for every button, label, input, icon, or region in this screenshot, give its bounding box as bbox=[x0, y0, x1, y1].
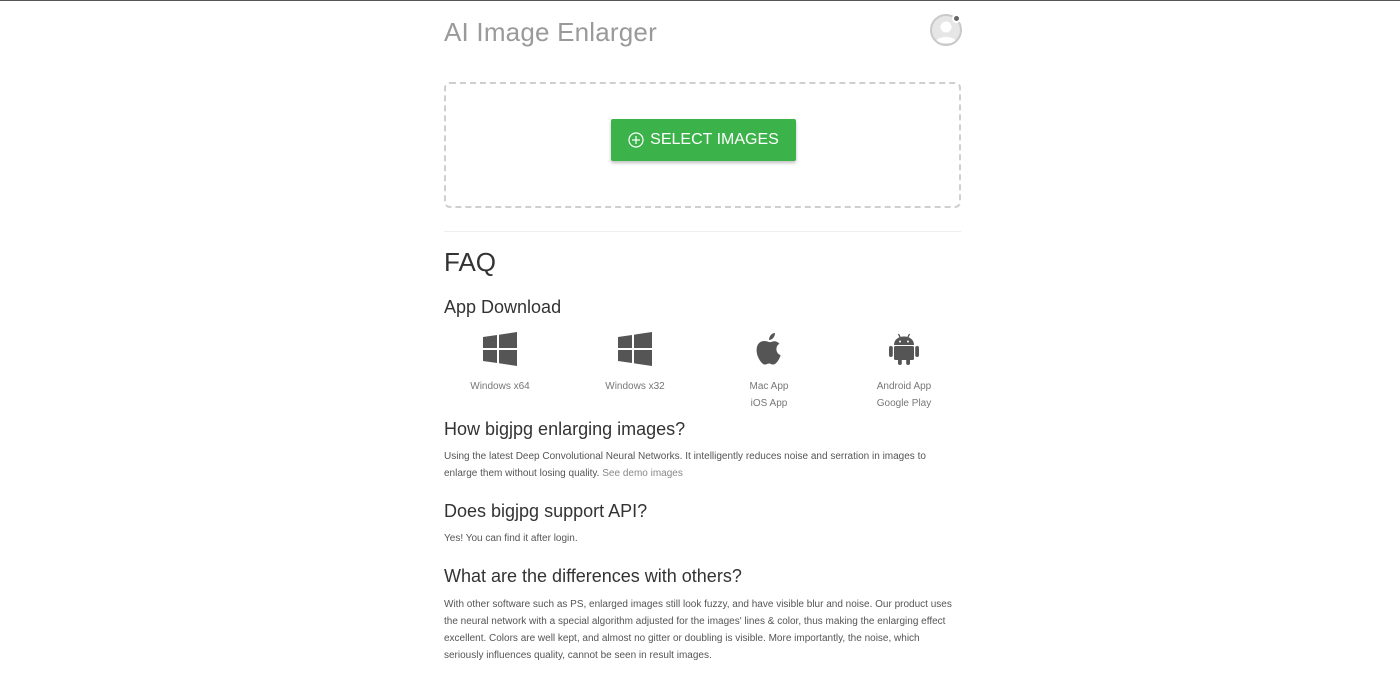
plus-circle-icon bbox=[628, 132, 644, 148]
header: AI Image Enlarger bbox=[444, 1, 962, 63]
see-demo-images-link[interactable]: See demo images bbox=[602, 468, 683, 479]
select-images-label: SELECT IMAGES bbox=[650, 131, 779, 148]
app-label[interactable]: Windows x64 bbox=[440, 378, 560, 395]
app-label[interactable]: Google Play bbox=[844, 395, 964, 412]
app-windows-x32[interactable]: Windows x32 bbox=[575, 331, 695, 395]
faq-answer-text: Using the latest Deep Convolutional Neur… bbox=[444, 451, 926, 479]
site-title: AI Image Enlarger bbox=[444, 17, 657, 47]
select-images-button[interactable]: SELECT IMAGES bbox=[611, 119, 796, 161]
app-label[interactable]: Android App bbox=[844, 378, 964, 395]
app-windows-x64[interactable]: Windows x64 bbox=[440, 331, 560, 395]
divider bbox=[444, 231, 961, 232]
app-android[interactable]: Android App Google Play bbox=[844, 331, 964, 412]
faq-title: FAQ bbox=[444, 247, 497, 277]
apple-icon bbox=[756, 333, 781, 365]
faq-answer: With other software such as PS, enlarged… bbox=[444, 599, 952, 661]
image-dropzone[interactable]: SELECT IMAGES bbox=[444, 82, 961, 208]
app-label[interactable]: iOS App bbox=[709, 395, 829, 412]
windows-icon bbox=[483, 332, 517, 366]
windows-icon bbox=[618, 332, 652, 366]
notification-dot-icon bbox=[952, 14, 961, 23]
app-download-list: Windows x64 Windows x32 Mac App iOS App bbox=[444, 331, 961, 411]
app-apple[interactable]: Mac App iOS App bbox=[709, 331, 829, 412]
faq-question: What are the differences with others? bbox=[444, 566, 742, 586]
faq-answer: Yes! You can find it after login. bbox=[444, 533, 578, 544]
main-container: AI Image Enlarger SELECT IMAGES FAQ App … bbox=[444, 1, 962, 661]
faq-question: How bigjpg enlarging images? bbox=[444, 419, 686, 439]
android-icon bbox=[889, 333, 919, 365]
app-label[interactable]: Mac App bbox=[709, 378, 829, 395]
app-download-title: App Download bbox=[444, 297, 562, 317]
faq-question: Does bigjpg support API? bbox=[444, 501, 648, 521]
faq-answer: Using the latest Deep Convolutional Neur… bbox=[444, 448, 961, 482]
app-label[interactable]: Windows x32 bbox=[575, 378, 695, 395]
